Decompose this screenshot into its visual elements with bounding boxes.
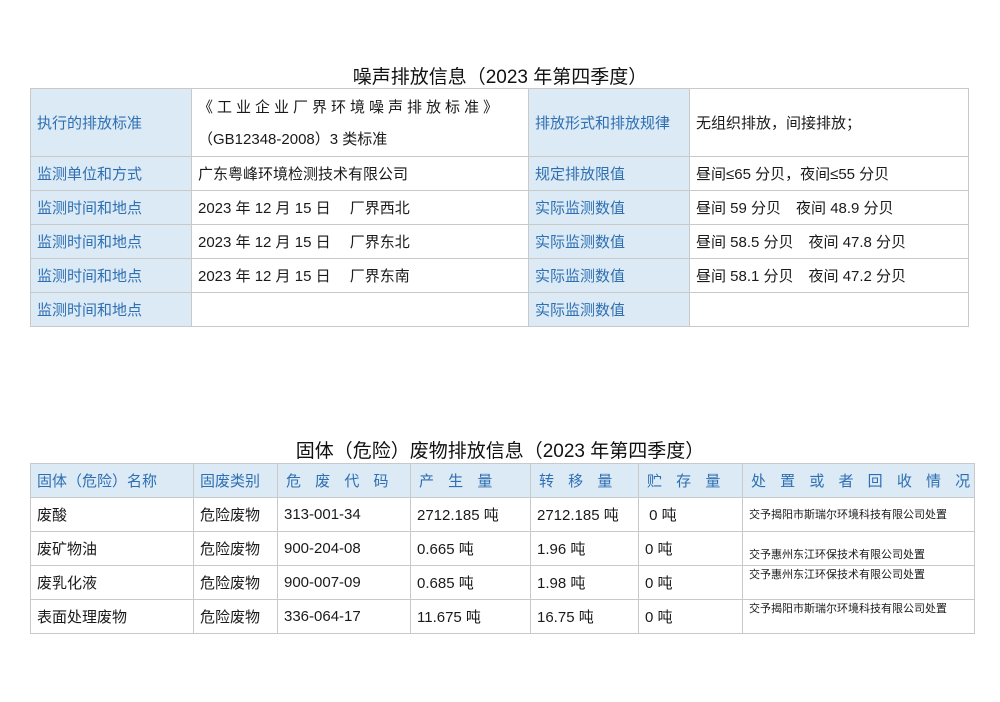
- table-row: 废矿物油 危险废物 900-204-08 0.665 吨 1.96 吨 0 吨 …: [30, 531, 975, 566]
- waste-category: 危险废物: [193, 565, 278, 600]
- waste-name: 废矿物油: [30, 531, 194, 566]
- waste-category: 危险废物: [193, 497, 278, 532]
- header-code: 危 废 代 码: [277, 463, 411, 498]
- monitor-unit-label: 监测单位和方式: [30, 156, 192, 191]
- waste-code: 900-007-09: [277, 565, 411, 600]
- waste-produced: 11.675 吨: [410, 599, 531, 634]
- waste-disposal: 交予惠州东江环保技术有限公司处置: [742, 531, 975, 566]
- time-place-label: 监测时间和地点: [30, 292, 192, 327]
- waste-produced: 0.665 吨: [410, 531, 531, 566]
- waste-transferred: 16.75 吨: [530, 599, 639, 634]
- actual-value: 昼间 58.5 分贝 夜间 47.8 分贝: [689, 224, 969, 259]
- noise-emission-table: 执行的排放标准 《工业企业厂界环境噪声排放标准》 （GB12348-2008）3…: [30, 88, 969, 327]
- waste-name: 表面处理废物: [30, 599, 194, 634]
- solid-waste-table: 固体（危险）名称 固废类别 危 废 代 码 产 生 量 转 移 量 贮 存 量 …: [30, 463, 975, 634]
- waste-transferred: 2712.185 吨: [530, 497, 639, 532]
- waste-name: 废乳化液: [30, 565, 194, 600]
- waste-stored: 0 吨: [638, 497, 743, 532]
- table-row: 废酸 危险废物 313-001-34 2712.185 吨 2712.185 吨…: [30, 497, 975, 532]
- form-value: 无组织排放，间接排放；: [689, 88, 969, 157]
- waste-code: 313-001-34: [277, 497, 411, 532]
- standard-label: 执行的排放标准: [30, 88, 192, 157]
- table-row: 监测时间和地点 2023 年 12 月 15 日 厂界东南 实际监测数值 昼间 …: [30, 258, 969, 293]
- table-row: 监测时间和地点 实际监测数值: [30, 292, 969, 327]
- waste-name: 废酸: [30, 497, 194, 532]
- time-place-value: 2023 年 12 月 15 日 厂界西北: [191, 190, 529, 225]
- header-disposal: 处 置 或 者 回 收 情 况: [742, 463, 975, 498]
- actual-label: 实际监测数值: [528, 190, 690, 225]
- waste-produced: 2712.185 吨: [410, 497, 531, 532]
- time-place-label: 监测时间和地点: [30, 258, 192, 293]
- actual-label: 实际监测数值: [528, 258, 690, 293]
- actual-label: 实际监测数值: [528, 292, 690, 327]
- form-label: 排放形式和排放规律: [528, 88, 690, 157]
- header-produced: 产 生 量: [410, 463, 531, 498]
- standard-code: （GB12348-2008）3 类标准: [198, 130, 388, 148]
- waste-category: 危险废物: [193, 531, 278, 566]
- actual-value: [689, 292, 969, 327]
- waste-stored: 0 吨: [638, 599, 743, 634]
- table-row: 表面处理废物 危险废物 336-064-17 11.675 吨 16.75 吨 …: [30, 599, 975, 634]
- time-place-label: 监测时间和地点: [30, 190, 192, 225]
- actual-value: 昼间 59 分贝 夜间 48.9 分贝: [689, 190, 969, 225]
- noise-section-title: 噪声排放信息（2023 年第四季度）: [352, 67, 648, 88]
- waste-stored: 0 吨: [638, 565, 743, 600]
- standard-value: 《工业企业厂界环境噪声排放标准》 （GB12348-2008）3 类标准: [191, 88, 529, 157]
- waste-transferred: 1.98 吨: [530, 565, 639, 600]
- time-place-value: [191, 292, 529, 327]
- actual-label: 实际监测数值: [528, 224, 690, 259]
- table-header-row: 固体（危险）名称 固废类别 危 废 代 码 产 生 量 转 移 量 贮 存 量 …: [30, 463, 975, 498]
- time-place-value: 2023 年 12 月 15 日 厂界东南: [191, 258, 529, 293]
- header-name: 固体（危险）名称: [30, 463, 194, 498]
- table-row: 监测单位和方式 广东粤峰环境检测技术有限公司 规定排放限值 昼间≤65 分贝，夜…: [30, 156, 969, 191]
- limit-value: 昼间≤65 分贝，夜间≤55 分贝: [689, 156, 969, 191]
- waste-stored: 0 吨: [638, 531, 743, 566]
- waste-disposal: 交予揭阳市斯瑞尔环境科技有限公司处置: [742, 497, 975, 532]
- waste-disposal: 交予惠州东江环保技术有限公司处置: [742, 565, 975, 600]
- waste-transferred: 1.96 吨: [530, 531, 639, 566]
- waste-code: 336-064-17: [277, 599, 411, 634]
- standard-name: 《工业企业厂界环境噪声排放标准》: [198, 98, 503, 116]
- waste-category: 危险废物: [193, 599, 278, 634]
- time-place-label: 监测时间和地点: [30, 224, 192, 259]
- waste-code: 900-204-08: [277, 531, 411, 566]
- limit-label: 规定排放限值: [528, 156, 690, 191]
- header-category: 固废类别: [193, 463, 278, 498]
- table-row: 监测时间和地点 2023 年 12 月 15 日 厂界西北 实际监测数值 昼间 …: [30, 190, 969, 225]
- waste-section-title: 固体（危险）废物排放信息（2023 年第四季度）: [295, 441, 705, 462]
- time-place-value: 2023 年 12 月 15 日 厂界东北: [191, 224, 529, 259]
- waste-produced: 0.685 吨: [410, 565, 531, 600]
- header-transferred: 转 移 量: [530, 463, 639, 498]
- monitor-unit-value: 广东粤峰环境检测技术有限公司: [191, 156, 529, 191]
- table-row: 执行的排放标准 《工业企业厂界环境噪声排放标准》 （GB12348-2008）3…: [30, 88, 969, 157]
- waste-disposal: 交予揭阳市斯瑞尔环境科技有限公司处置: [742, 599, 975, 634]
- header-stored: 贮 存 量: [638, 463, 743, 498]
- table-row: 监测时间和地点 2023 年 12 月 15 日 厂界东北 实际监测数值 昼间 …: [30, 224, 969, 259]
- table-row: 废乳化液 危险废物 900-007-09 0.685 吨 1.98 吨 0 吨 …: [30, 565, 975, 600]
- actual-value: 昼间 58.1 分贝 夜间 47.2 分贝: [689, 258, 969, 293]
